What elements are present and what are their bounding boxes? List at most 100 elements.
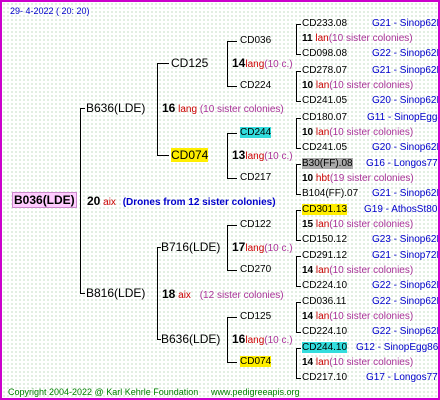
gen2-id[interactable]: CD074 bbox=[171, 148, 209, 162]
gen4-node-14[interactable]: CD244.10 bbox=[302, 342, 348, 354]
root-node[interactable]: B036(LDE) bbox=[12, 192, 77, 208]
gen1-node-1[interactable]: B816(LDE) bbox=[86, 287, 145, 299]
gen3-node-4[interactable]: CD122 bbox=[240, 219, 271, 231]
gen4-node-4[interactable]: CD180.07 bbox=[302, 112, 347, 124]
gen4-id[interactable]: CD301.13 bbox=[302, 204, 348, 215]
gen4-breeder-1: G22 - Sinop62R bbox=[372, 48, 440, 59]
gen4-mating-12: 14 lan(10 sister colonies) bbox=[302, 311, 413, 323]
gen3-id[interactable]: CD074 bbox=[240, 356, 272, 367]
root-mating-info: 20 aix (Drones from 12 sister colonies) bbox=[87, 195, 276, 209]
connector-line bbox=[227, 41, 228, 87]
gen2-node-3[interactable]: B636(LDE) bbox=[161, 333, 220, 345]
gen3-node-0[interactable]: CD036 bbox=[240, 35, 271, 47]
gen4-node-1[interactable]: CD098.08 bbox=[302, 48, 347, 60]
gen1-num: 18 bbox=[162, 287, 176, 301]
connector-line bbox=[296, 148, 301, 149]
gen4-id[interactable]: B30(FF).08 bbox=[302, 158, 353, 169]
gen4-num: 14 bbox=[302, 265, 314, 276]
gen4-node-5[interactable]: CD241.05 bbox=[302, 142, 347, 154]
gen3-id[interactable]: CD244 bbox=[240, 127, 272, 138]
connector-line bbox=[296, 256, 301, 257]
gen2-node-0[interactable]: CD125 bbox=[171, 57, 208, 69]
connector-line bbox=[227, 270, 237, 271]
connector-line bbox=[296, 210, 301, 211]
gen4-note: (19 sister colonies) bbox=[329, 173, 414, 184]
gen4-race: lan bbox=[315, 127, 330, 138]
report-date: 29- 4-2022 ( 20: 20) bbox=[10, 6, 90, 16]
gen2-node-1[interactable]: CD074 bbox=[171, 148, 209, 162]
gen4-node-12[interactable]: CD036.11 bbox=[302, 296, 346, 308]
gen2-note: (10 c.) bbox=[264, 335, 293, 346]
gen4-note: (10 sister colonies) bbox=[329, 219, 414, 230]
gen4-node-7[interactable]: B104(FF).07 bbox=[302, 188, 358, 200]
gen4-num: 10 bbox=[302, 80, 314, 91]
gen1-race: lang bbox=[178, 104, 198, 115]
gen1-node-0[interactable]: B636(LDE) bbox=[86, 102, 145, 114]
connector-line bbox=[296, 71, 301, 72]
gen4-mating-4: 10 lan(10 sister colonies) bbox=[302, 127, 413, 139]
gen4-breeder-4: G11 - SinopEgg86R bbox=[367, 112, 438, 123]
gen4-race: lan bbox=[315, 311, 330, 322]
gen4-node-2[interactable]: CD278.07 bbox=[302, 65, 347, 77]
gen4-race: lan bbox=[315, 80, 330, 91]
gen1-info-0: 16 lang (10 sister colonies) bbox=[162, 102, 284, 116]
connector-line bbox=[227, 362, 237, 363]
gen4-node-11[interactable]: CD224.10 bbox=[302, 280, 347, 292]
gen1-info-1: 18 aix (12 sister colonies) bbox=[162, 288, 284, 302]
gen4-node-13[interactable]: CD224.10 bbox=[302, 326, 347, 338]
connector-line bbox=[296, 302, 301, 303]
gen4-mating-6: 10 hbt(19 sister colonies) bbox=[302, 173, 414, 185]
gen3-node-2[interactable]: CD244 bbox=[240, 127, 272, 139]
connector-line bbox=[296, 101, 301, 102]
gen4-num: 10 bbox=[302, 173, 314, 184]
connector-line bbox=[227, 178, 237, 179]
connector-line bbox=[296, 24, 301, 25]
gen2-note: (10 c.) bbox=[264, 151, 293, 162]
gen4-node-15[interactable]: CD217.10 bbox=[302, 372, 347, 384]
gen2-race: lang bbox=[245, 335, 265, 346]
gen4-breeder-5: G20 - Sinop62R bbox=[372, 142, 440, 153]
gen2-num: 13 bbox=[232, 148, 246, 162]
gen4-node-10[interactable]: CD291.12 bbox=[302, 250, 347, 262]
gen4-breeder-6: G16 - Longos77R bbox=[366, 158, 440, 169]
connector-line bbox=[227, 133, 228, 179]
gen3-node-1[interactable]: CD224 bbox=[240, 80, 271, 92]
gen4-node-6[interactable]: B30(FF).08 bbox=[302, 158, 353, 170]
root-id[interactable]: B036(LDE) bbox=[12, 192, 77, 208]
gen4-mating-2: 10 lan(10 sister colonies) bbox=[302, 80, 413, 92]
gen1-race: aix bbox=[178, 290, 191, 301]
gen4-mating-8: 15 lan(10 sister colonies) bbox=[302, 219, 413, 231]
connector-line bbox=[296, 71, 297, 102]
gen2-info-0: 14lang(10 c.) bbox=[232, 57, 293, 71]
gen4-breeder-0: G21 - Sinop62R bbox=[372, 18, 440, 29]
gen3-node-6[interactable]: CD125 bbox=[240, 311, 271, 323]
gen4-node-0[interactable]: CD233.08 bbox=[302, 18, 347, 30]
gen4-race: lan bbox=[315, 33, 329, 44]
connector-line bbox=[227, 317, 228, 363]
connector-line bbox=[296, 118, 297, 149]
gen2-node-2[interactable]: B716(LDE) bbox=[161, 241, 220, 253]
gen3-node-7[interactable]: CD074 bbox=[240, 356, 272, 368]
connector-line bbox=[80, 108, 85, 109]
gen4-node-8[interactable]: CD301.13 bbox=[302, 204, 348, 216]
gen3-node-5[interactable]: CD270 bbox=[240, 264, 271, 276]
gen4-node-3[interactable]: CD241.05 bbox=[302, 95, 347, 107]
gen3-node-3[interactable]: CD217 bbox=[240, 172, 271, 184]
footer-site-link[interactable]: www.pedigreeapis.org bbox=[211, 386, 300, 398]
connector-line bbox=[296, 118, 301, 119]
connector-line bbox=[227, 133, 237, 134]
gen2-info-3: 16lang(10 c.) bbox=[232, 333, 293, 347]
gen4-id[interactable]: CD244.10 bbox=[302, 342, 348, 353]
connector-line bbox=[157, 155, 169, 156]
gen4-breeder-13: G22 - Sinop62R bbox=[372, 326, 440, 337]
gen2-note: (10 c.) bbox=[264, 243, 293, 254]
gen2-num: 16 bbox=[232, 332, 246, 346]
gen4-mating-10: 14 lan(10 sister colonies) bbox=[302, 265, 413, 277]
gen4-node-9[interactable]: CD150.12 bbox=[302, 234, 347, 246]
gen2-race: lang bbox=[245, 59, 265, 70]
connector-line bbox=[80, 293, 85, 294]
gen4-race: lan bbox=[315, 219, 330, 230]
gen4-breeder-11: G22 - Sinop62R bbox=[372, 280, 440, 291]
connector-line bbox=[296, 348, 297, 379]
gen2-note: (10 c.) bbox=[264, 59, 293, 70]
